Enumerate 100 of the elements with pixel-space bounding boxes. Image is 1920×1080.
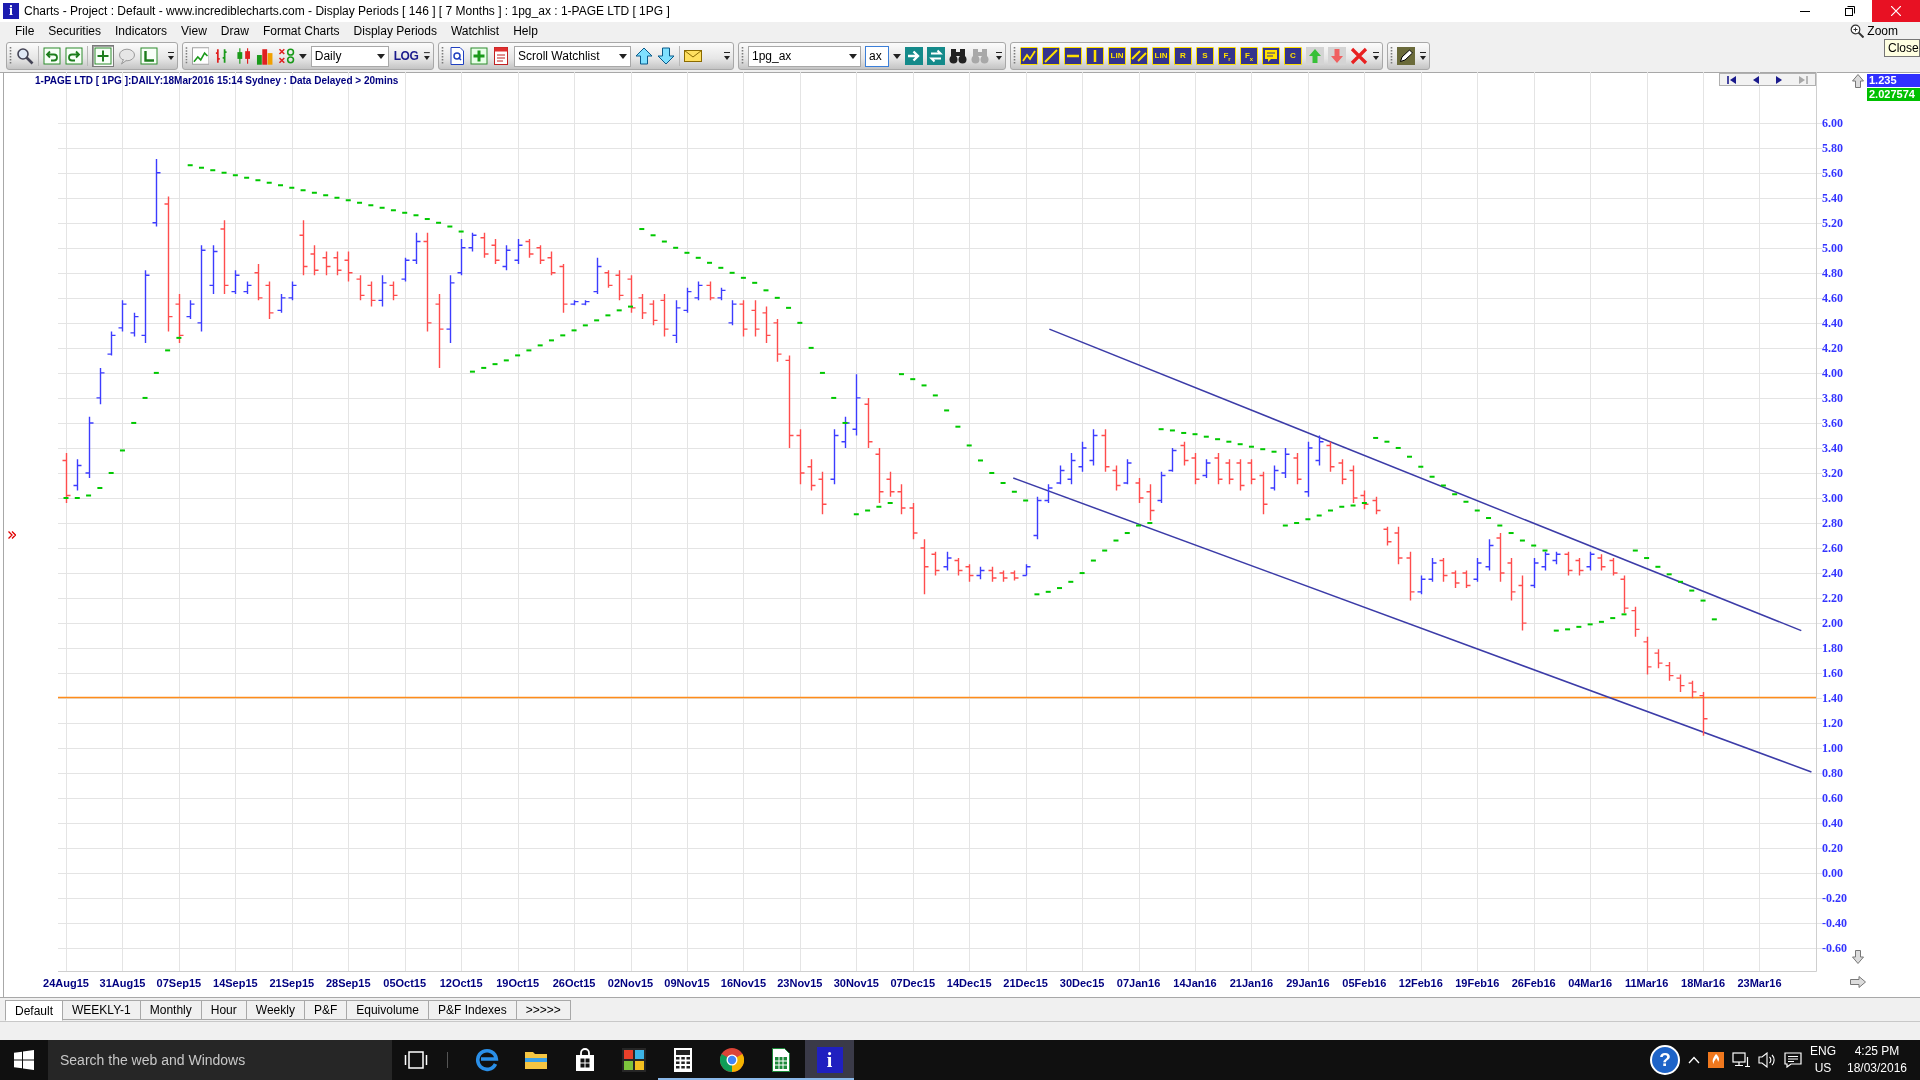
search-field[interactable]: Search the web and Windows bbox=[48, 1040, 392, 1080]
swap-arrows-icon[interactable] bbox=[927, 47, 945, 65]
log-scale-button[interactable]: LOG bbox=[392, 46, 420, 66]
grip-handle[interactable] bbox=[185, 46, 188, 66]
toolbar-options-icon[interactable] bbox=[423, 50, 431, 62]
taskbar-button[interactable]: i bbox=[805, 1040, 854, 1080]
clock-date[interactable]: 18/03/2016 bbox=[1846, 1060, 1908, 1077]
period-tab[interactable]: Equivolume bbox=[347, 1000, 429, 1020]
security-dropdown[interactable]: 1pg_ax bbox=[748, 45, 861, 67]
drawing-tool-button[interactable]: LIN bbox=[1152, 47, 1170, 65]
watchlist-dropdown[interactable]: Scroll Watchlist bbox=[514, 45, 631, 67]
menu-item[interactable]: Display Periods bbox=[346, 23, 444, 39]
up-arrow-icon[interactable] bbox=[635, 47, 653, 65]
menu-item[interactable]: Indicators bbox=[108, 23, 175, 39]
caret-icon[interactable] bbox=[299, 53, 307, 59]
y-axis-label: 2.20 bbox=[1822, 591, 1843, 606]
y-axis-label: 4.00 bbox=[1822, 365, 1843, 380]
zigzag-line-icon[interactable] bbox=[1020, 47, 1038, 65]
grip-handle[interactable] bbox=[741, 46, 744, 66]
y-axis-label: 6.00 bbox=[1822, 115, 1843, 130]
magnifier-icon[interactable] bbox=[16, 47, 34, 65]
y-axis-label: 0.20 bbox=[1822, 841, 1843, 856]
x-axis-label: 23Mar16 bbox=[1737, 977, 1782, 989]
toolbar-options-icon[interactable] bbox=[1419, 50, 1427, 62]
diagonal-line-icon[interactable] bbox=[1042, 47, 1060, 65]
right-arrow-icon[interactable] bbox=[905, 47, 923, 65]
menu-item[interactable]: Format Charts bbox=[255, 23, 347, 39]
down-arrow-icon[interactable] bbox=[657, 47, 675, 65]
corner-icon[interactable] bbox=[140, 47, 158, 65]
x-o-icon[interactable] bbox=[277, 47, 295, 65]
flame-icon[interactable] bbox=[1708, 1052, 1724, 1068]
windows-logo-icon[interactable] bbox=[14, 1050, 34, 1070]
period-tab[interactable]: Weekly bbox=[246, 1000, 305, 1020]
drawing-tool-button[interactable]: S bbox=[1196, 47, 1214, 65]
up-arrow-icon[interactable] bbox=[1852, 74, 1864, 88]
period-tab[interactable]: P&F Indexes bbox=[428, 1000, 517, 1020]
menu-item[interactable]: Draw bbox=[213, 23, 256, 39]
menu-item[interactable]: Securities bbox=[41, 23, 109, 39]
drawing-tool-button[interactable]: LIN bbox=[1108, 47, 1126, 65]
exchange-field[interactable]: ax bbox=[865, 45, 889, 67]
drawing-tool-button[interactable]: F$_{x}$ bbox=[1240, 47, 1258, 65]
monitor-icon[interactable] bbox=[1732, 1052, 1750, 1068]
task-view-icon[interactable] bbox=[404, 1048, 428, 1072]
period-tab[interactable]: Monthly bbox=[140, 1000, 202, 1020]
crosshair-toggle[interactable] bbox=[92, 45, 114, 67]
pencil-icon[interactable] bbox=[1397, 47, 1415, 65]
candlestick-icon[interactable] bbox=[234, 47, 253, 65]
bar-chart-icon[interactable] bbox=[256, 47, 274, 65]
menu-item[interactable]: File bbox=[8, 23, 42, 39]
note-icon[interactable] bbox=[1262, 47, 1280, 65]
binoculars-icon[interactable] bbox=[949, 47, 967, 65]
chevron-up-icon[interactable] bbox=[1688, 1056, 1700, 1064]
period-tab[interactable]: WEEKLY-1 bbox=[63, 1000, 141, 1020]
zoom-button[interactable]: Zoom bbox=[1850, 24, 1898, 38]
toolbar-options-icon[interactable] bbox=[1372, 50, 1380, 62]
restore-icon[interactable] bbox=[1845, 6, 1855, 16]
y-axis-label: 1.60 bbox=[1822, 666, 1843, 681]
language-label[interactable]: ENG bbox=[1810, 1043, 1836, 1060]
add-icon[interactable] bbox=[470, 47, 488, 65]
grip-handle[interactable] bbox=[1013, 46, 1016, 66]
keyboard-layout-label[interactable]: US bbox=[1814, 1060, 1832, 1077]
period-tab[interactable]: Default bbox=[5, 1000, 64, 1021]
clock-time[interactable]: 4:25 PM bbox=[1854, 1043, 1900, 1060]
grip-handle[interactable] bbox=[1390, 46, 1393, 66]
volume-icon[interactable] bbox=[1758, 1052, 1776, 1068]
drawing-tool-button[interactable]: R bbox=[1174, 47, 1192, 65]
app-logo: i bbox=[816, 1047, 843, 1073]
grip-handle[interactable] bbox=[441, 46, 444, 66]
undo-icon[interactable] bbox=[43, 47, 61, 65]
drawing-tool-button[interactable]: F$_{r}$ bbox=[1218, 47, 1236, 65]
period-tab[interactable]: P&F bbox=[304, 1000, 348, 1020]
down-arrow-icon[interactable] bbox=[1852, 950, 1864, 964]
caret-icon[interactable] bbox=[893, 53, 901, 59]
drawing-tool-button[interactable]: C bbox=[1284, 47, 1302, 65]
parallel-lines-icon[interactable] bbox=[1130, 47, 1148, 65]
period-dropdown[interactable]: Daily bbox=[310, 45, 389, 67]
grip-handle[interactable] bbox=[9, 46, 12, 66]
crosshair-icon bbox=[94, 47, 112, 65]
message-icon[interactable] bbox=[1784, 1052, 1802, 1068]
y-axis-label: 5.20 bbox=[1822, 215, 1843, 230]
line-chart-icon[interactable] bbox=[191, 47, 210, 65]
menu-item[interactable]: Help bbox=[506, 23, 545, 39]
right-arrow-icon[interactable] bbox=[1850, 976, 1866, 988]
page-icon[interactable] bbox=[492, 47, 510, 65]
toolbar-options-icon[interactable] bbox=[723, 50, 731, 62]
skip-to-start-icon[interactable] bbox=[1726, 75, 1737, 84]
x-axis-label: 14Jan16 bbox=[1173, 977, 1217, 989]
tooltip: Close bbox=[1884, 39, 1920, 57]
period-tab[interactable]: Hour bbox=[201, 1000, 247, 1020]
period-tab[interactable]: >>>>> bbox=[516, 1000, 571, 1020]
help-button[interactable]: ? bbox=[1650, 1045, 1680, 1075]
envelope-icon[interactable] bbox=[684, 47, 702, 65]
redo-icon[interactable] bbox=[65, 47, 83, 65]
toolbar-options-icon[interactable] bbox=[995, 50, 1003, 62]
menu-item[interactable]: Watchlist bbox=[443, 23, 507, 39]
menu-item[interactable]: View bbox=[174, 23, 214, 39]
document-search-icon[interactable] bbox=[448, 47, 466, 65]
toolbar-options-icon[interactable] bbox=[167, 50, 175, 62]
delete-icon[interactable] bbox=[1350, 47, 1368, 65]
x-axis-label: 14Sep15 bbox=[213, 977, 258, 989]
